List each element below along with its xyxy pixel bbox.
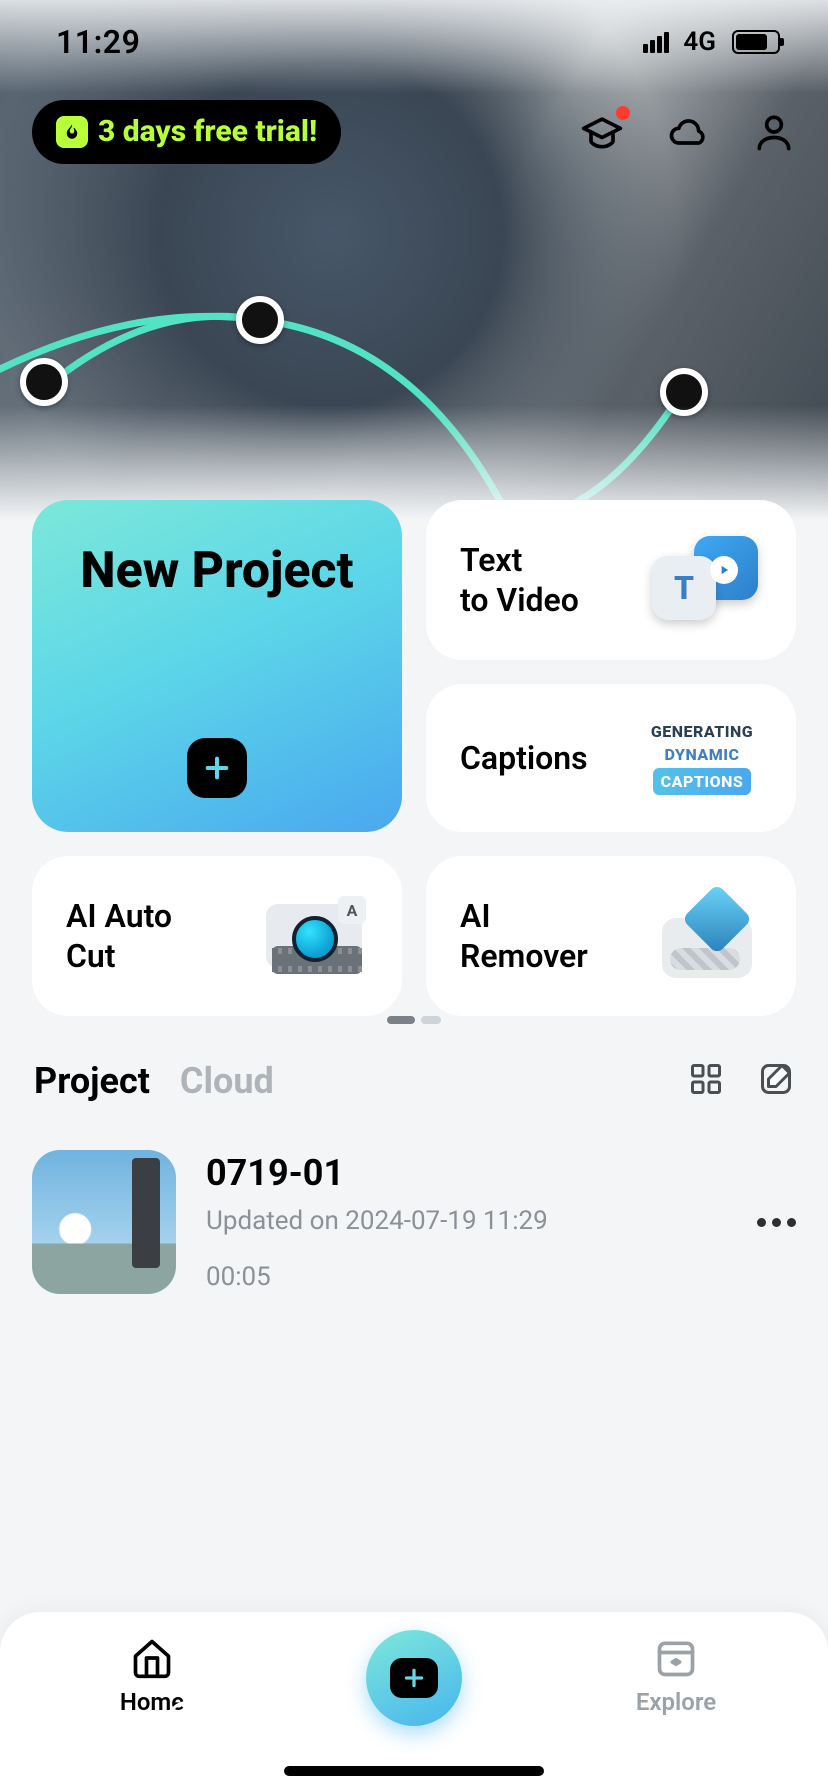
tab-cloud[interactable]: Cloud — [180, 1060, 274, 1102]
captions-card[interactable]: Captions GENERATING DYNAMIC CAPTIONS — [426, 684, 796, 832]
top-icons — [580, 110, 796, 154]
pager — [0, 1016, 828, 1024]
new-project-label: New Project — [80, 540, 353, 603]
network-label: 4G — [683, 27, 716, 57]
project-thumbnail — [32, 1150, 176, 1294]
ai-remover-art — [652, 888, 762, 984]
project-updated: Updated on 2024-07-19 11:29 — [206, 1206, 727, 1236]
ai-auto-cut-label: AI Auto Cut — [66, 896, 172, 976]
explore-icon — [654, 1636, 698, 1680]
captions-art-line2: DYNAMIC — [665, 745, 740, 764]
project-item[interactable]: 0719-01 Updated on 2024-07-19 11:29 00:0… — [32, 1150, 796, 1294]
new-project-card[interactable]: New Project — [32, 500, 402, 832]
flame-icon — [56, 116, 88, 148]
edit-icon[interactable] — [758, 1061, 794, 1101]
home-indicator — [284, 1766, 544, 1776]
text-to-video-card[interactable]: Text to Video T — [426, 500, 796, 660]
profile-icon[interactable] — [752, 110, 796, 154]
hero-title: Curve — [28, 1694, 149, 1748]
more-icon[interactable] — [757, 1218, 796, 1227]
captions-label: Captions — [460, 738, 588, 778]
pager-dot — [421, 1016, 441, 1024]
captions-art: GENERATING DYNAMIC CAPTIONS — [642, 722, 762, 795]
trial-badge[interactable]: 3 days free trial! — [32, 100, 341, 164]
project-duration: 00:05 — [206, 1262, 727, 1292]
captions-art-line1: GENERATING — [651, 722, 753, 741]
hero-title-row[interactable]: Curve — [28, 1694, 207, 1748]
plus-icon — [187, 738, 247, 798]
tabs-row: Project Cloud — [34, 1060, 794, 1102]
plus-icon — [390, 1658, 438, 1698]
play-icon — [710, 556, 738, 584]
top-row: 3 days free trial! — [32, 100, 796, 164]
text-to-video-label: Text to Video — [460, 540, 579, 620]
project-meta: 0719-01 Updated on 2024-07-19 11:29 00:0… — [206, 1152, 727, 1292]
home-icon — [130, 1636, 174, 1680]
hero-current: 5 — [736, 1700, 757, 1742]
ai-auto-cut-card[interactable]: AI Auto Cut A — [32, 856, 402, 1016]
hero-footer: Curve 5 / 7 — [28, 1694, 800, 1748]
cards-grid: New Project Text to Video T Captions GEN… — [32, 500, 796, 1016]
tab-project[interactable]: Project — [34, 1060, 150, 1102]
trial-label: 3 days free trial! — [98, 117, 317, 147]
battery-icon — [732, 30, 780, 54]
captions-art-tag: CAPTIONS — [653, 768, 752, 795]
hero-counter: 5 / 7 — [736, 1700, 800, 1742]
tabs: Project Cloud — [34, 1060, 274, 1102]
ai-auto-cut-art: A — [258, 888, 368, 984]
ai-remover-card[interactable]: AI Remover — [426, 856, 796, 1016]
hero-sep: / — [756, 1706, 783, 1741]
project-name: 0719-01 — [206, 1152, 727, 1194]
grid-view-icon[interactable] — [688, 1061, 724, 1101]
ai-remover-label: AI Remover — [460, 896, 588, 976]
arrow-right-icon — [167, 1701, 207, 1741]
status-right: 4G — [643, 27, 780, 57]
notification-dot — [616, 106, 630, 120]
status-bar: 11:29 4G — [0, 0, 828, 84]
tutorial-icon[interactable] — [580, 110, 624, 154]
pager-dot-active — [387, 1016, 415, 1024]
cloud-icon[interactable] — [666, 110, 710, 154]
hero-total: 7 — [783, 1706, 800, 1741]
text-to-video-art: T — [652, 532, 762, 628]
status-time: 11:29 — [56, 23, 140, 61]
signal-icon — [643, 32, 669, 53]
tab-actions — [688, 1061, 794, 1101]
